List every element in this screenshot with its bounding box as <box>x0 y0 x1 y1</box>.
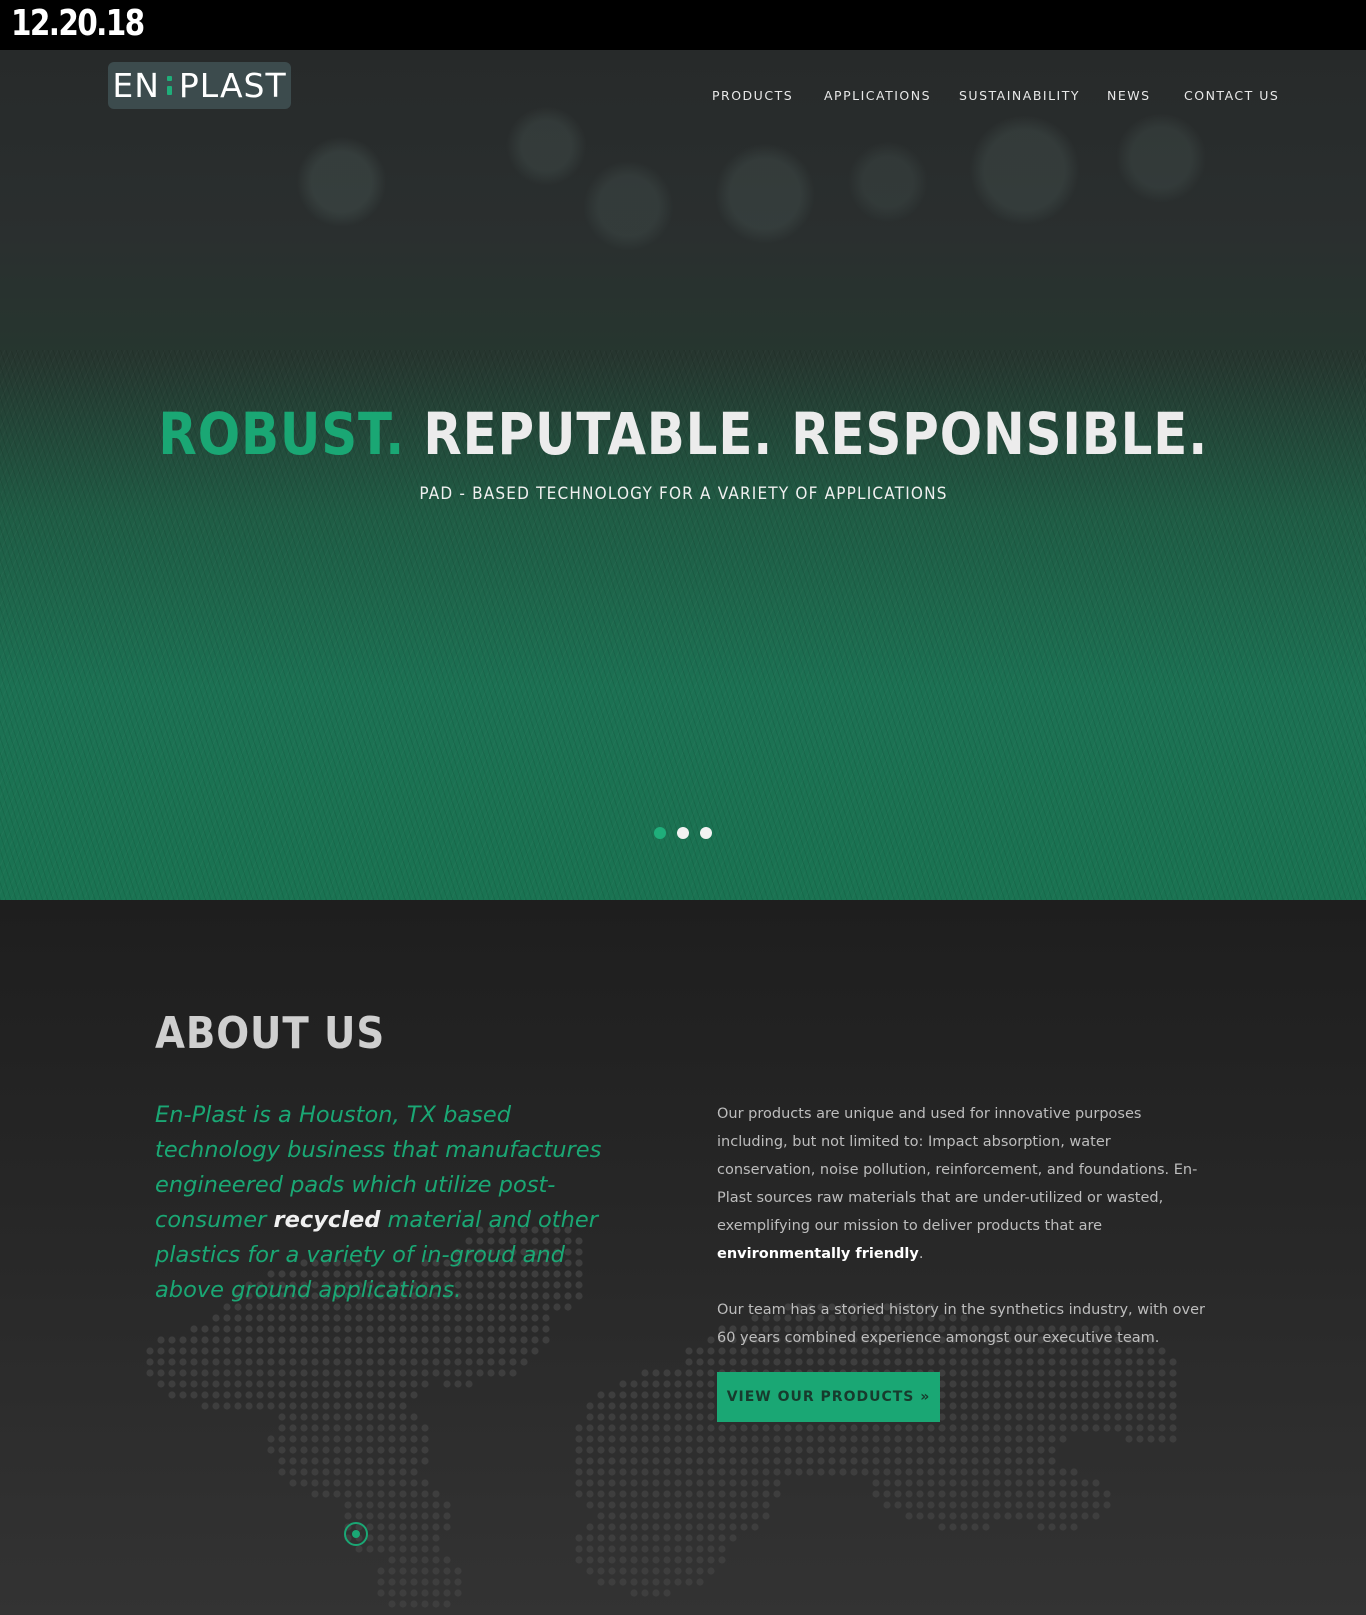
hero-subheadline: PAD - BASED TECHNOLOGY FOR A VARIETY OF … <box>0 484 1366 504</box>
brand-logo[interactable]: EN PLAST <box>108 62 291 109</box>
logo-text-right: PLAST <box>178 66 287 105</box>
hero-subheadline-text: PAD - BASED TECHNOLOGY FOR A VARIETY OF … <box>418 484 948 504</box>
hero-section: EN PLAST PRODUCTS APPLICATIONS SUSTAINAB… <box>0 50 1366 900</box>
nav-item-products[interactable]: PRODUCTS <box>712 88 793 103</box>
nav-item-contact-us[interactable]: CONTACT US <box>1184 88 1279 103</box>
nav-item-news[interactable]: NEWS <box>1107 88 1151 103</box>
carousel-dots <box>654 827 712 839</box>
nav-item-sustainability[interactable]: SUSTAINABILITY <box>959 88 1080 103</box>
about-paragraph-1-end: . <box>918 1246 924 1262</box>
view-products-button[interactable]: VIEW OUR PRODUCTS » <box>717 1372 940 1422</box>
carousel-dot-1[interactable] <box>654 827 666 839</box>
hero-headline-rest: REPUTABLE. RESPONSIBLE. <box>404 400 1208 468</box>
hero-headline-accent: ROBUST. <box>158 400 405 468</box>
logo-colon-mark <box>166 76 172 95</box>
about-paragraph-1: Our products are unique and used for inn… <box>717 1100 1207 1268</box>
date-bar: 12.20.18 <box>0 0 1366 50</box>
date-label: 12.20.18 <box>11 3 145 44</box>
carousel-dot-2[interactable] <box>677 827 689 839</box>
about-lead: En-Plast is a Houston, TX based technolo… <box>155 1098 635 1308</box>
nav-item-applications[interactable]: APPLICATIONS <box>824 88 931 103</box>
about-paragraph-1-text: Our products are unique and used for inn… <box>717 1106 1198 1234</box>
about-paragraph-1-highlight: environmentally friendly <box>717 1246 919 1262</box>
logo-text-left: EN <box>112 66 160 105</box>
carousel-dot-3[interactable] <box>700 827 712 839</box>
about-body: Our products are unique and used for inn… <box>717 1100 1207 1352</box>
about-section: ABOUT US En-Plast is a Houston, TX based… <box>0 900 1366 1615</box>
about-title: ABOUT US <box>155 1008 386 1059</box>
about-lead-highlight: recycled <box>273 1207 381 1233</box>
location-pin-icon <box>344 1522 368 1546</box>
about-paragraph-2: Our team has a storied history in the sy… <box>717 1302 1205 1346</box>
hero-headline: ROBUST. REPUTABLE. RESPONSIBLE. <box>0 400 1366 468</box>
